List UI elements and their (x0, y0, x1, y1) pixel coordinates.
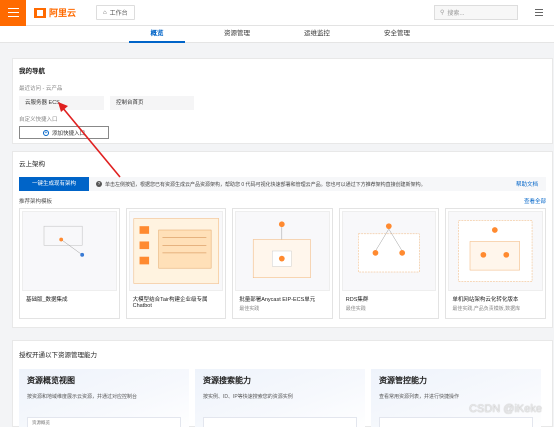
capability-list: 资源概览视图 按资源和地域维度展示云资源，并通过对应控制台 资源概览 资源搜索能… (19, 369, 546, 427)
architecture-diagram-icon (357, 223, 420, 273)
template-card[interactable]: 批量部署Anycast EIP-ECS单元 最佳实践 (232, 208, 333, 319)
more-menu-button[interactable] (531, 5, 546, 20)
capability-preview: 资源概览 (27, 417, 181, 427)
template-tag: 最佳实践,产品负责模板,数据库 (452, 306, 521, 312)
architecture-diagram-icon (458, 220, 533, 282)
cloud-architecture-card: 云上架构 一键生成现有架构 ? 单击左侧按钮，根据您已有资源生成云产品资源架构，… (12, 151, 553, 328)
capability-title: 资源搜索能力 (203, 376, 251, 385)
home-icon: ⌂ (103, 9, 107, 16)
search-placeholder: 搜索... (447, 11, 465, 17)
list-icon (534, 12, 543, 13)
my-navigation-card: 我的导航 最近访问 - 云产品 云服务器 ECS 控制台首页 自定义快捷入口 +… (12, 58, 553, 144)
generate-architecture-button[interactable]: 一键生成现有架构 (19, 177, 89, 191)
generate-row: 一键生成现有架构 ? 单击左侧按钮，根据您已有资源生成云产品资源架构，帮助您 0… (19, 177, 546, 191)
template-card[interactable]: 基础版_数据集成 (19, 208, 120, 319)
add-shortcut-button[interactable]: + 添加快捷入口 (19, 126, 109, 139)
custom-shortcut-label: 自定义快捷入口 (19, 117, 58, 123)
workbench-button[interactable]: ⌂ 工作台 (96, 5, 135, 20)
logo-text: 阿里云 (49, 8, 77, 18)
question-icon: ? (96, 181, 102, 187)
capability-preview (203, 417, 357, 427)
tab-resource-management[interactable]: 资源管理 (197, 26, 277, 42)
nav-title: 我的导航 (19, 68, 45, 75)
tab-overview[interactable]: 概览 (117, 26, 197, 43)
auth-title: 授权开通以下资源管理能力 (19, 352, 97, 359)
capability-desc: 查看常用资源列表，并进行快捷操作 (379, 394, 460, 400)
template-preview-image (235, 211, 330, 291)
capability-card[interactable]: 资源搜索能力 按实例、ID、IP等快速搜索您的资源实例 (195, 369, 365, 427)
top-bar: 阿里云 ⌂ 工作台 ⚲ 搜索... (0, 0, 554, 26)
template-tag: 最佳实践 (345, 306, 366, 312)
templates-header: 推荐架构模板 查看全部 (19, 197, 546, 205)
search-input[interactable]: ⚲ 搜索... (434, 5, 518, 20)
capability-title: 资源概览视图 (27, 376, 75, 385)
recent-label: 最近访问 - 云产品 (19, 86, 63, 92)
template-card[interactable]: 大模型结合Tair构建企业级专属Chatbot (125, 208, 227, 319)
template-tag: 最佳实践 (239, 306, 260, 312)
capability-card[interactable]: 资源管控能力 查看常用资源列表，并进行快捷操作 (371, 369, 541, 427)
architecture-diagram-icon (43, 225, 85, 257)
template-preview-image (341, 211, 437, 291)
capability-card[interactable]: 资源概览视图 按资源和地域维度展示云资源，并通过对应控制台 资源概览 (19, 369, 189, 427)
add-shortcut-label: 添加快捷入口 (51, 130, 85, 137)
recent-item-ecs[interactable]: 云服务器 ECS (19, 96, 104, 110)
search-icon: ⚲ (440, 10, 445, 16)
template-preview-image (22, 211, 117, 291)
tab-ops-monitoring[interactable]: 运维监控 (277, 26, 357, 42)
template-name: 大模型结合Tair构建企业级专属Chatbot (132, 297, 208, 309)
architecture-diagram-icon (253, 221, 311, 278)
watermark: CSDN @iKeke (469, 403, 542, 415)
capability-desc: 按实例、ID、IP等快速搜索您的资源实例 (203, 394, 293, 400)
template-name: 批量部署Anycast EIP-ECS单元 (239, 297, 316, 303)
templates-label: 推荐架构模板 (19, 199, 53, 205)
view-all-link[interactable]: 查看全部 (524, 197, 546, 205)
tab-security-management[interactable]: 安全管理 (357, 26, 437, 42)
arch-title: 云上架构 (19, 161, 45, 168)
template-card[interactable]: 单机网站架构云化转化版本 最佳实践,产品负责模板,数据库 (445, 208, 546, 319)
template-preview-image (448, 211, 543, 291)
capability-title: 资源管控能力 (379, 376, 427, 385)
template-name: RDS集群 (345, 297, 369, 303)
architecture-diagram-icon (133, 218, 219, 284)
capability-desc: 按资源和地域维度展示云资源，并通过对应控制台 (27, 394, 138, 400)
workbench-label: 工作台 (109, 11, 128, 17)
main-tabs: 概览 资源管理 运维监控 安全管理 (0, 26, 554, 43)
logo[interactable]: 阿里云 (34, 6, 76, 19)
recent-item-console-home[interactable]: 控制台首页 (110, 96, 194, 110)
template-name: 单机网站架构云化转化版本 (452, 297, 519, 303)
plus-icon: + (42, 129, 49, 136)
template-name: 基础版_数据集成 (26, 297, 68, 303)
menu-toggle-button[interactable] (0, 0, 26, 26)
aliyun-logo-icon (34, 7, 46, 18)
capability-preview (379, 417, 533, 427)
generate-description: 单击左侧按钮，根据您已有资源生成云产品资源架构，帮助您 0 代码可视化快速部署和… (105, 181, 426, 188)
recent-items: 云服务器 ECS 控制台首页 (19, 96, 546, 110)
help-doc-link[interactable]: 帮助文档 (516, 180, 538, 188)
template-preview-image (128, 211, 224, 291)
hamburger-icon (7, 11, 19, 14)
template-list: 基础版_数据集成 大模型结合Tair构建企业级专属Chatbot 批量部署Any… (19, 208, 546, 319)
template-card[interactable]: RDS集群 最佳实践 (338, 208, 440, 319)
